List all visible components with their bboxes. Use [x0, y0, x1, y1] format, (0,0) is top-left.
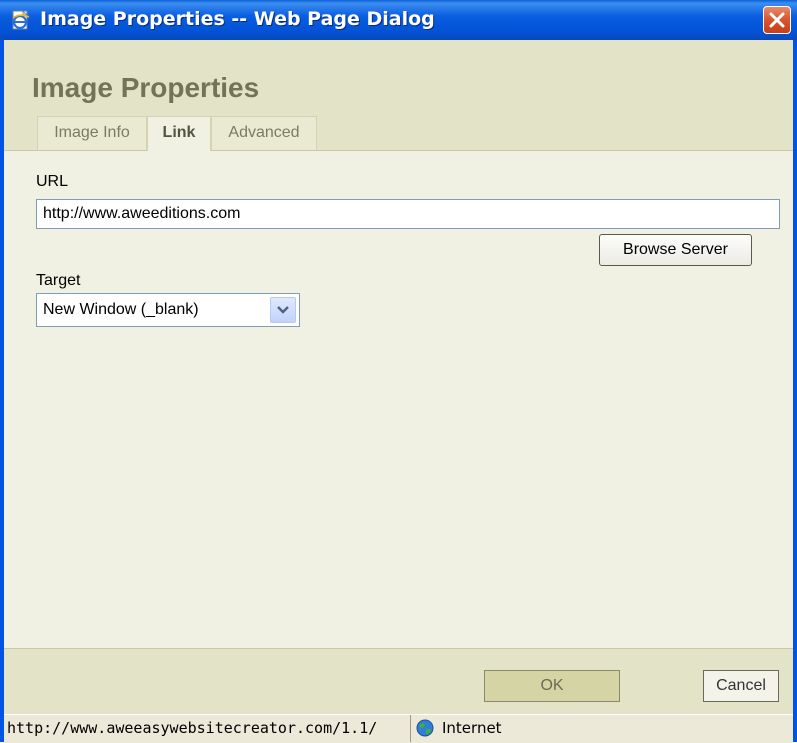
dialog-title: Image Properties	[32, 72, 260, 103]
ie-page-icon	[10, 9, 32, 31]
zone-label: Internet	[442, 719, 502, 737]
globe-icon	[416, 719, 434, 737]
url-input[interactable]	[36, 199, 780, 229]
tab-advanced[interactable]: Advanced	[211, 116, 317, 150]
tab-link[interactable]: Link	[147, 116, 211, 151]
target-select-value: New Window (_blank)	[43, 301, 199, 318]
cancel-button[interactable]: Cancel	[703, 670, 779, 702]
dialog-header: Image Properties Image Info Link Advance…	[4, 40, 793, 151]
ok-button[interactable]: OK	[484, 670, 620, 702]
dialog-footer: OK Cancel	[4, 648, 793, 715]
url-label: URL	[36, 173, 69, 190]
close-icon	[769, 12, 785, 28]
dropdown-button[interactable]	[270, 297, 296, 323]
target-label: Target	[36, 272, 81, 289]
close-button[interactable]	[763, 6, 791, 34]
target-select[interactable]: New Window (_blank)	[36, 293, 300, 327]
chevron-down-icon	[277, 306, 289, 314]
status-url: http://www.aweeasywebsitecreator.com/1.1…	[4, 715, 411, 742]
browse-server-button[interactable]: Browse Server	[599, 234, 752, 266]
title-bar[interactable]: Image Properties -- Web Page Dialog	[0, 0, 797, 40]
status-bar: http://www.aweeasywebsitecreator.com/1.1…	[4, 714, 793, 743]
tab-image-info[interactable]: Image Info	[37, 116, 147, 150]
dialog-content: Image Properties Image Info Link Advance…	[4, 40, 793, 715]
window-title: Image Properties -- Web Page Dialog	[40, 8, 435, 30]
dialog-window: Image Properties -- Web Page Dialog Imag…	[0, 0, 797, 743]
